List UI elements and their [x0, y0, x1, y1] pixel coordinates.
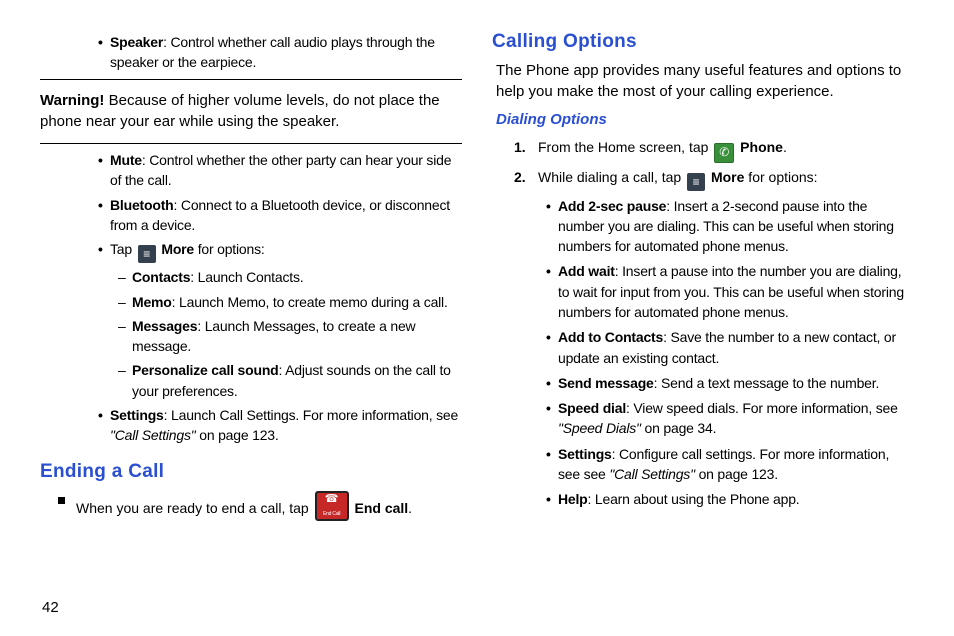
- term-call-settings: Settings: [558, 446, 612, 462]
- tap-more-pre: Tap: [110, 241, 136, 257]
- step1-pre: From the Home screen, tap: [538, 139, 712, 155]
- term-settings: Settings: [110, 407, 164, 423]
- ending-call-item: When you are ready to end a call, tap En…: [76, 491, 462, 521]
- term-mute: Mute: [110, 152, 142, 168]
- term-wait: Add wait: [558, 263, 615, 279]
- right-column: Calling Options The Phone app provides m…: [492, 28, 914, 626]
- more-icon: [138, 245, 156, 263]
- desc-settings: : Launch Call Settings. For more informa…: [164, 407, 458, 423]
- more-personalize: Personalize call sound: Adjust sounds on…: [132, 360, 462, 401]
- item-mute: Mute: Control whether the other party ca…: [110, 150, 462, 191]
- left-column: Speaker: Control whether call audio play…: [40, 28, 462, 626]
- calling-options-intro: The Phone app provides many useful featu…: [496, 60, 914, 104]
- term-personalize: Personalize call sound: [132, 362, 279, 378]
- tail-settings: on page 123.: [196, 427, 279, 443]
- item-bluetooth: Bluetooth: Connect to a Bluetooth device…: [110, 195, 462, 236]
- warning-block: Warning! Because of higher volume levels…: [40, 86, 462, 138]
- call-options-list: Mute: Control whether the other party ca…: [40, 150, 462, 446]
- phone-icon: [714, 143, 734, 163]
- step2-num: 2.: [514, 167, 526, 187]
- desc-memo: : Launch Memo, to create memo during a c…: [172, 294, 448, 310]
- warning-lead: Warning!: [40, 92, 104, 109]
- call-options-list-top: Speaker: Control whether call audio play…: [40, 32, 462, 73]
- dialing-steps: 1. From the Home screen, tap Phone. 2. W…: [492, 137, 914, 510]
- step2-post: for options:: [744, 169, 817, 185]
- opt-pause: Add 2-sec pause: Insert a 2-second pause…: [558, 196, 914, 257]
- heading-ending-call: Ending a Call: [40, 458, 462, 486]
- more-options-list: Contacts: Launch Contacts. Memo: Launch …: [110, 267, 462, 401]
- opt-wait: Add wait: Insert a pause into the number…: [558, 261, 914, 322]
- term-pause: Add 2-sec pause: [558, 198, 666, 214]
- page-number: 42: [42, 599, 59, 616]
- tap-more-post: for options:: [194, 241, 265, 257]
- term-messages: Messages: [132, 318, 197, 334]
- term-send: Send message: [558, 375, 654, 391]
- step-1: 1. From the Home screen, tap Phone.: [538, 137, 914, 163]
- heading-dialing-options: Dialing Options: [496, 109, 914, 131]
- step1-num: 1.: [514, 137, 526, 157]
- more-memo: Memo: Launch Memo, to create memo during…: [132, 292, 462, 312]
- more-contacts: Contacts: Launch Contacts.: [132, 267, 462, 287]
- step1-post: .: [783, 139, 787, 155]
- opt-help: Help: Learn about using the Phone app.: [558, 489, 914, 509]
- opt-settings: Settings: Configure call settings. For m…: [558, 444, 914, 485]
- ending-post: .: [408, 500, 412, 516]
- ending-label: End call: [351, 500, 409, 516]
- page-root: Speaker: Control whether call audio play…: [0, 0, 954, 636]
- dialing-options-list: Add 2-sec pause: Insert a 2-second pause…: [538, 196, 914, 510]
- term-contacts: Contacts: [132, 269, 190, 285]
- tail-speed: on page 34.: [641, 420, 716, 436]
- ref-call-settings: "Call Settings": [609, 466, 695, 482]
- tail-call-settings: on page 123.: [695, 466, 778, 482]
- divider-top: [40, 79, 462, 80]
- term-speaker: Speaker: [110, 34, 163, 50]
- more-messages: Messages: Launch Messages, to create a n…: [132, 316, 462, 357]
- opt-speed: Speed dial: View speed dials. For more i…: [558, 398, 914, 439]
- desc-send: : Send a text message to the number.: [654, 375, 880, 391]
- item-speaker: Speaker: Control whether call audio play…: [110, 32, 462, 73]
- step2-pre: While dialing a call, tap: [538, 169, 685, 185]
- term-add-contacts: Add to Contacts: [558, 329, 663, 345]
- ending-pre: When you are ready to end a call, tap: [76, 500, 313, 516]
- term-help: Help: [558, 491, 588, 507]
- tap-more-label: More: [158, 241, 194, 257]
- term-bluetooth: Bluetooth: [110, 197, 174, 213]
- term-speed: Speed dial: [558, 400, 626, 416]
- ending-call-list: When you are ready to end a call, tap En…: [40, 491, 462, 521]
- step-2: 2. While dialing a call, tap More for op…: [538, 167, 914, 510]
- step2-label: More: [707, 169, 744, 185]
- desc-mute: : Control whether the other party can he…: [110, 152, 451, 188]
- desc-help: : Learn about using the Phone app.: [588, 491, 800, 507]
- item-tap-more: Tap More for options: Contacts: Launch C…: [110, 239, 462, 401]
- more-icon: [687, 173, 705, 191]
- desc-contacts: : Launch Contacts.: [190, 269, 303, 285]
- desc-speed: : View speed dials. For more information…: [626, 400, 898, 416]
- item-settings: Settings: Launch Call Settings. For more…: [110, 405, 462, 446]
- heading-calling-options: Calling Options: [492, 28, 914, 56]
- term-memo: Memo: [132, 294, 172, 310]
- ref-call-settings: "Call Settings": [110, 427, 196, 443]
- divider-bottom: [40, 143, 462, 144]
- step1-label: Phone: [736, 139, 783, 155]
- opt-contacts: Add to Contacts: Save the number to a ne…: [558, 327, 914, 368]
- end-call-icon: [315, 491, 349, 521]
- opt-send: Send message: Send a text message to the…: [558, 373, 914, 393]
- ref-speed: "Speed Dials": [558, 420, 641, 436]
